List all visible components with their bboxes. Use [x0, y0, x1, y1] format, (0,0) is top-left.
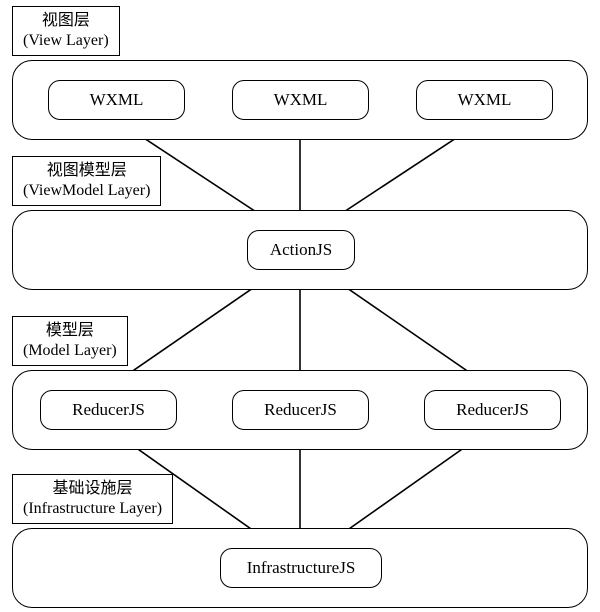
- node-reducer-2: ReducerJS: [232, 390, 369, 430]
- node-wxml-2: WXML: [232, 80, 369, 120]
- layer-model-title-en: (Model Layer): [23, 341, 117, 361]
- node-reducer-1-label: ReducerJS: [72, 400, 145, 420]
- layer-infra-title-en: (Infrastructure Layer): [23, 499, 162, 519]
- node-reducer-2-label: ReducerJS: [264, 400, 337, 420]
- node-wxml-3: WXML: [416, 80, 553, 120]
- node-reducer-3-label: ReducerJS: [456, 400, 529, 420]
- node-reducer-3: ReducerJS: [424, 390, 561, 430]
- layer-model-label: 模型层 (Model Layer): [12, 316, 128, 366]
- node-wxml-2-label: WXML: [274, 90, 328, 110]
- layer-viewmodel-title-cn: 视图模型层: [23, 161, 150, 181]
- node-actionjs: ActionJS: [247, 230, 355, 270]
- node-reducer-1: ReducerJS: [40, 390, 177, 430]
- layer-view-title-cn: 视图层: [23, 11, 109, 31]
- layer-viewmodel-title-en: (ViewModel Layer): [23, 181, 150, 201]
- node-infrastructurejs-label: InfrastructureJS: [247, 558, 356, 578]
- node-wxml-3-label: WXML: [458, 90, 512, 110]
- node-wxml-1-label: WXML: [90, 90, 144, 110]
- node-actionjs-label: ActionJS: [270, 240, 332, 260]
- layer-viewmodel-label: 视图模型层 (ViewModel Layer): [12, 156, 161, 206]
- layer-infra-title-cn: 基础设施层: [23, 479, 162, 499]
- layer-view-label: 视图层 (View Layer): [12, 6, 120, 56]
- layer-view-title-en: (View Layer): [23, 31, 109, 51]
- layer-infra-label: 基础设施层 (Infrastructure Layer): [12, 474, 173, 524]
- node-wxml-1: WXML: [48, 80, 185, 120]
- node-infrastructurejs: InfrastructureJS: [220, 548, 382, 588]
- layer-model-title-cn: 模型层: [23, 321, 117, 341]
